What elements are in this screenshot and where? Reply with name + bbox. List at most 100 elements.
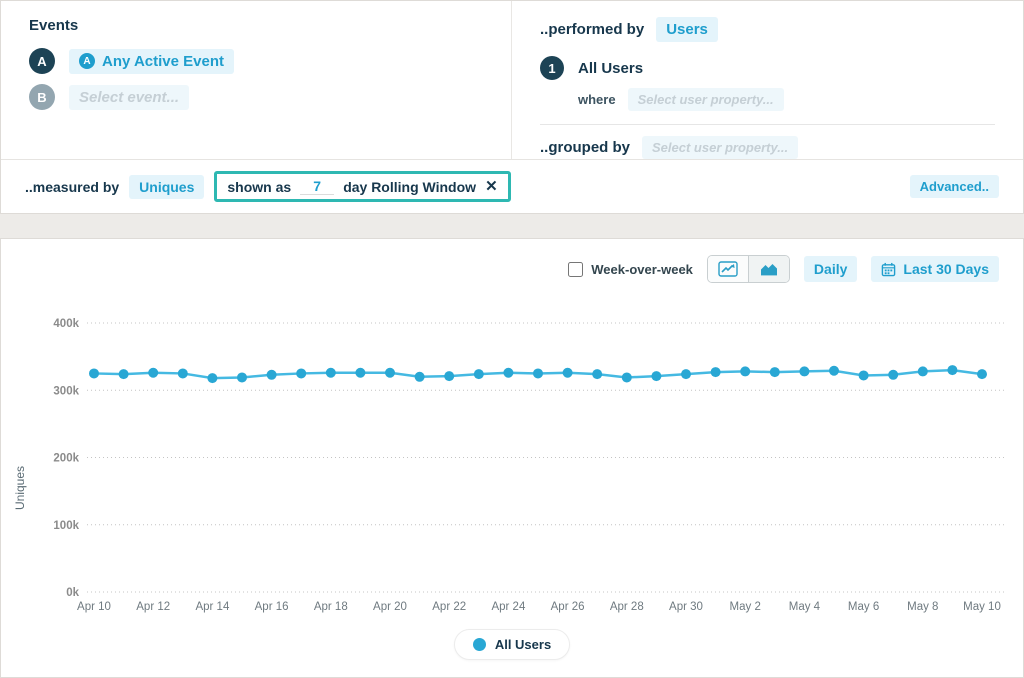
- y-tick-label: 400k: [53, 318, 79, 330]
- line-chart[interactable]: 0k100k200k300k400kApr 10Apr 12Apr 14Apr …: [1, 285, 1023, 625]
- x-tick-label: Apr 30: [669, 601, 703, 613]
- x-tick-label: Apr 22: [432, 601, 466, 613]
- x-tick-label: Apr 24: [491, 601, 525, 613]
- data-point[interactable]: [829, 366, 839, 376]
- data-point[interactable]: [651, 371, 661, 381]
- data-point[interactable]: [178, 368, 188, 378]
- area-chart-icon: [759, 261, 779, 277]
- shown-as-box: shown as day Rolling Window ✕: [214, 171, 510, 202]
- data-point[interactable]: [740, 366, 750, 376]
- data-point[interactable]: [119, 369, 129, 379]
- x-tick-label: Apr 20: [373, 601, 407, 613]
- data-point[interactable]: [947, 365, 957, 375]
- data-point[interactable]: [592, 369, 602, 379]
- data-point[interactable]: [770, 367, 780, 377]
- week-over-week-checkbox[interactable]: [568, 262, 583, 277]
- date-range-selector[interactable]: Last 30 Days: [871, 256, 999, 282]
- grouped-by-selector[interactable]: Select user property...: [642, 136, 798, 159]
- legend-item-all-users[interactable]: All Users: [454, 629, 570, 660]
- x-tick-label: Apr 18: [314, 601, 348, 613]
- where-label: where: [578, 92, 616, 107]
- grouped-by-label: ..grouped by: [540, 139, 630, 156]
- y-tick-label: 100k: [53, 520, 79, 532]
- where-property-selector[interactable]: Select user property...: [628, 88, 784, 111]
- data-point[interactable]: [474, 369, 484, 379]
- rolling-window-input[interactable]: [300, 178, 334, 195]
- chart-area: Uniques 0k100k200k300k400kApr 10Apr 12Ap…: [1, 285, 1023, 625]
- shown-as-label: shown as: [227, 179, 291, 195]
- event-badge-b: B: [29, 84, 55, 110]
- date-range-label: Last 30 Days: [903, 261, 989, 277]
- any-active-event-icon: A: [79, 53, 95, 69]
- y-tick-label: 0k: [66, 587, 79, 599]
- x-tick-label: May 6: [848, 601, 879, 613]
- event-placeholder-b: Select event...: [79, 89, 179, 106]
- data-point[interactable]: [918, 366, 928, 376]
- calendar-icon: [881, 262, 896, 277]
- data-point[interactable]: [355, 368, 365, 378]
- area-chart-button[interactable]: [748, 256, 789, 282]
- line-chart-button[interactable]: [708, 256, 748, 282]
- data-point[interactable]: [799, 366, 809, 376]
- rolling-window-unit: day Rolling Window: [343, 179, 476, 195]
- event-selector-a[interactable]: A Any Active Event: [69, 49, 234, 74]
- divider: [540, 124, 995, 125]
- event-selector-b[interactable]: Select event...: [69, 85, 189, 110]
- x-tick-label: Apr 16: [255, 601, 289, 613]
- line-chart-icon: [718, 261, 738, 277]
- interval-selector[interactable]: Daily: [804, 256, 857, 282]
- x-tick-label: Apr 26: [551, 601, 585, 613]
- week-over-week-toggle[interactable]: Week-over-week: [568, 262, 693, 277]
- event-row-b: B Select event...: [29, 84, 483, 110]
- data-point[interactable]: [207, 373, 217, 383]
- x-tick-label: May 4: [789, 601, 821, 613]
- legend-series-dot: [473, 638, 486, 651]
- data-point[interactable]: [711, 367, 721, 377]
- data-point[interactable]: [622, 372, 632, 382]
- data-point[interactable]: [385, 368, 395, 378]
- x-tick-label: May 10: [963, 601, 1001, 613]
- measured-by-row: ..measured by Uniques shown as day Rolli…: [1, 159, 1023, 213]
- measured-by-selector[interactable]: Uniques: [129, 175, 204, 199]
- x-tick-label: Apr 28: [610, 601, 644, 613]
- event-badge-a: A: [29, 48, 55, 74]
- events-title: Events: [29, 17, 483, 34]
- y-axis-title: Uniques: [13, 453, 27, 523]
- advanced-button[interactable]: Advanced..: [910, 175, 999, 198]
- data-point[interactable]: [503, 368, 513, 378]
- data-point[interactable]: [89, 368, 99, 378]
- data-point[interactable]: [148, 368, 158, 378]
- data-point[interactable]: [296, 368, 306, 378]
- segment-badge: 1: [540, 56, 564, 80]
- data-point[interactable]: [888, 370, 898, 380]
- events-section: Events A A Any Active Event B Select eve…: [1, 1, 512, 159]
- data-point[interactable]: [681, 369, 691, 379]
- data-point[interactable]: [977, 369, 987, 379]
- data-point[interactable]: [533, 368, 543, 378]
- data-point[interactable]: [267, 370, 277, 380]
- legend-series-label: All Users: [495, 637, 551, 652]
- y-tick-label: 200k: [53, 453, 79, 465]
- chart-type-switcher: [707, 255, 790, 283]
- chart-card: Week-over-week Daily: [0, 238, 1024, 678]
- data-point[interactable]: [563, 368, 573, 378]
- performed-by-section: ..performed by Users 1 All Users where S…: [512, 1, 1023, 159]
- measured-by-label: ..measured by: [25, 179, 119, 195]
- performed-by-selector[interactable]: Users: [656, 17, 718, 42]
- x-tick-label: Apr 10: [77, 601, 111, 613]
- data-point[interactable]: [415, 372, 425, 382]
- week-over-week-label: Week-over-week: [591, 262, 693, 277]
- data-point[interactable]: [237, 372, 247, 382]
- performed-by-label: ..performed by: [540, 21, 644, 38]
- query-builder-card: Events A A Any Active Event B Select eve…: [0, 0, 1024, 214]
- x-tick-label: May 2: [730, 601, 761, 613]
- event-label-a: Any Active Event: [102, 53, 224, 70]
- segment-name: All Users: [578, 60, 643, 77]
- data-point[interactable]: [326, 368, 336, 378]
- close-icon[interactable]: ✕: [485, 179, 498, 194]
- data-point[interactable]: [444, 371, 454, 381]
- x-tick-label: Apr 14: [195, 601, 229, 613]
- x-tick-label: Apr 12: [136, 601, 170, 613]
- data-point[interactable]: [859, 370, 869, 380]
- chart-controls: Week-over-week Daily: [1, 239, 1023, 283]
